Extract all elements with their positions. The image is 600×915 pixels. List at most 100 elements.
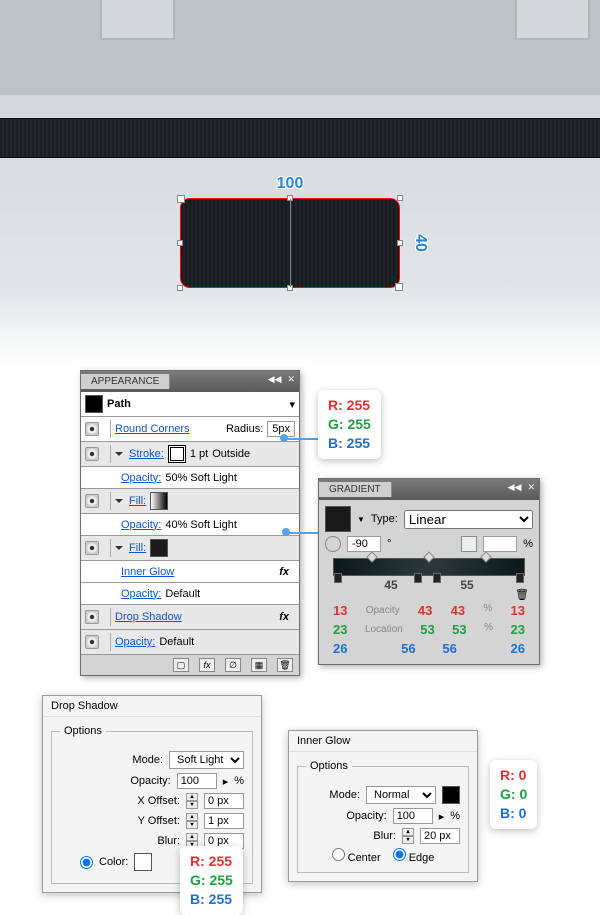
eye-icon[interactable] xyxy=(85,422,99,436)
edge-radio-label[interactable]: Edge xyxy=(393,848,435,864)
dropdown-icon[interactable]: ▸ xyxy=(439,810,445,823)
mode-select[interactable]: Normal xyxy=(366,786,436,804)
color-radio[interactable] xyxy=(80,856,93,869)
gradient-stop[interactable] xyxy=(334,573,342,583)
clear-icon[interactable]: ∅ xyxy=(225,658,241,672)
close-icon[interactable]: ✕ xyxy=(287,374,295,389)
resize-handle[interactable] xyxy=(397,195,403,201)
dropdown-icon[interactable]: ▸ xyxy=(223,775,229,788)
mode-label: Mode: xyxy=(329,789,360,801)
panel-header[interactable]: APPEARANCE ◀◀ ✕ xyxy=(81,371,299,392)
fill-swatch[interactable] xyxy=(150,539,168,557)
row-default-opacity[interactable]: Opacity: Default xyxy=(81,630,299,655)
stop-r: 13 xyxy=(333,603,347,618)
dialog-title: Drop Shadow xyxy=(43,696,261,717)
options-legend: Options xyxy=(306,760,352,772)
fx-menu-icon[interactable]: fx xyxy=(199,658,215,672)
resize-handle[interactable] xyxy=(177,285,183,291)
opacity-link[interactable]: Opacity: xyxy=(121,588,161,600)
gradient-type-select[interactable]: Linear xyxy=(404,510,533,529)
edge-radio[interactable] xyxy=(393,848,406,861)
panel-header[interactable]: GRADIENT ◀◀ ✕ xyxy=(319,479,539,500)
gradient-stop[interactable] xyxy=(433,573,441,583)
opacity-label: Opacity: xyxy=(130,775,170,787)
round-corners-link[interactable]: Round Corners xyxy=(115,423,190,435)
row-fill2-opacity[interactable]: Opacity: Default xyxy=(81,583,299,605)
stroke-link[interactable]: Stroke: xyxy=(129,448,164,460)
eye-icon[interactable] xyxy=(85,610,99,624)
expand-icon[interactable] xyxy=(115,452,123,456)
new-icon[interactable]: ▦ xyxy=(251,658,267,672)
connector-line xyxy=(284,438,318,440)
midpoint-handle[interactable] xyxy=(424,551,435,562)
stepper[interactable]: ▴▾ xyxy=(402,828,414,844)
inner-glow-dialog[interactable]: Inner Glow Options Mode: Normal Opacity:… xyxy=(288,730,478,882)
close-icon[interactable]: ✕ xyxy=(527,482,535,497)
stroke-swatch[interactable] xyxy=(168,445,186,463)
eye-icon[interactable] xyxy=(85,635,99,649)
glow-color-swatch[interactable] xyxy=(442,786,460,804)
resize-handle[interactable] xyxy=(397,240,403,246)
midpoint-handle[interactable] xyxy=(481,551,492,562)
gradient-preview[interactable] xyxy=(325,506,351,532)
mode-select[interactable]: Soft Light xyxy=(169,751,244,769)
eye-icon[interactable] xyxy=(85,541,99,555)
opacity-link[interactable]: Opacity: xyxy=(115,636,155,648)
trash-icon[interactable]: 🗑 xyxy=(277,658,293,672)
color-label: Color: xyxy=(99,856,128,868)
opacity-field[interactable] xyxy=(393,808,433,824)
color-swatch[interactable] xyxy=(134,853,152,871)
blur-field[interactable] xyxy=(420,828,460,844)
appearance-panel[interactable]: APPEARANCE ◀◀✕ Path ▾ Round Corners Radi… xyxy=(80,370,300,676)
panel-tab-appearance[interactable]: APPEARANCE xyxy=(81,374,170,389)
eye-icon[interactable] xyxy=(85,494,99,508)
row-stroke-opacity[interactable]: Opacity: 50% Soft Light xyxy=(81,467,299,489)
opacity-field[interactable] xyxy=(177,773,217,789)
inner-glow-link[interactable]: Inner Glow xyxy=(121,566,174,578)
gradient-panel[interactable]: GRADIENT ◀◀✕ ▼ Type: Linear ° % 45 55 xyxy=(318,478,540,665)
menu-icon[interactable]: ▾ xyxy=(289,398,295,411)
options-legend: Options xyxy=(60,725,106,737)
drop-shadow-link[interactable]: Drop Shadow xyxy=(115,611,182,623)
row-inner-glow[interactable]: Inner Glow fx xyxy=(81,561,299,583)
angle-dial[interactable] xyxy=(325,536,341,552)
opacity-link[interactable]: Opacity: xyxy=(121,472,161,484)
delete-stop-icon[interactable]: 🗑 xyxy=(515,588,527,600)
angle-field[interactable] xyxy=(347,536,381,552)
stepper[interactable]: ▴▾ xyxy=(186,793,198,809)
gradient-track[interactable] xyxy=(333,558,525,576)
row-fill1-opacity[interactable]: Opacity: 40% Soft Light xyxy=(81,514,299,536)
eye-icon[interactable] xyxy=(85,447,99,461)
collapse-icon[interactable]: ◀◀ xyxy=(508,482,522,497)
fill-link[interactable]: Fill: xyxy=(129,495,146,507)
no-fill-icon[interactable]: ▢ xyxy=(173,658,189,672)
row-round-corners[interactable]: Round Corners Radius: 5px xyxy=(81,417,299,442)
row-drop-shadow[interactable]: Drop Shadow fx xyxy=(81,605,299,630)
resize-handle[interactable] xyxy=(177,240,183,246)
gradient-stop[interactable] xyxy=(414,573,422,583)
y-offset-field[interactable] xyxy=(204,813,244,829)
stepper[interactable]: ▴▾ xyxy=(186,813,198,829)
row-stroke[interactable]: Stroke: 1 pt Outside xyxy=(81,442,299,467)
height-annotation: 40 xyxy=(411,234,429,252)
panel-tab-gradient[interactable]: GRADIENT xyxy=(319,482,392,497)
expand-icon[interactable] xyxy=(115,499,123,503)
center-radio-label[interactable]: Center xyxy=(332,848,381,864)
ratio-field[interactable] xyxy=(483,536,517,552)
x-offset-field[interactable] xyxy=(204,793,244,809)
dropdown-icon[interactable]: ▼ xyxy=(357,515,365,524)
opacity-value: 40% Soft Light xyxy=(165,519,237,531)
row-fill-1[interactable]: Fill: xyxy=(81,489,299,514)
midpoint-handle[interactable] xyxy=(367,551,378,562)
collapse-icon[interactable]: ◀◀ xyxy=(268,374,282,389)
selected-rectangle[interactable]: 100 40 xyxy=(180,198,400,288)
fill-swatch[interactable] xyxy=(150,492,168,510)
reverse-icon[interactable] xyxy=(461,536,477,552)
opacity-link[interactable]: Opacity: xyxy=(121,519,161,531)
fill-link[interactable]: Fill: xyxy=(129,542,146,554)
gradient-stop[interactable] xyxy=(516,573,524,583)
center-radio[interactable] xyxy=(332,848,345,861)
stop-g: 23 xyxy=(333,622,347,637)
row-fill-2[interactable]: Fill: xyxy=(81,536,299,561)
expand-icon[interactable] xyxy=(115,546,123,550)
